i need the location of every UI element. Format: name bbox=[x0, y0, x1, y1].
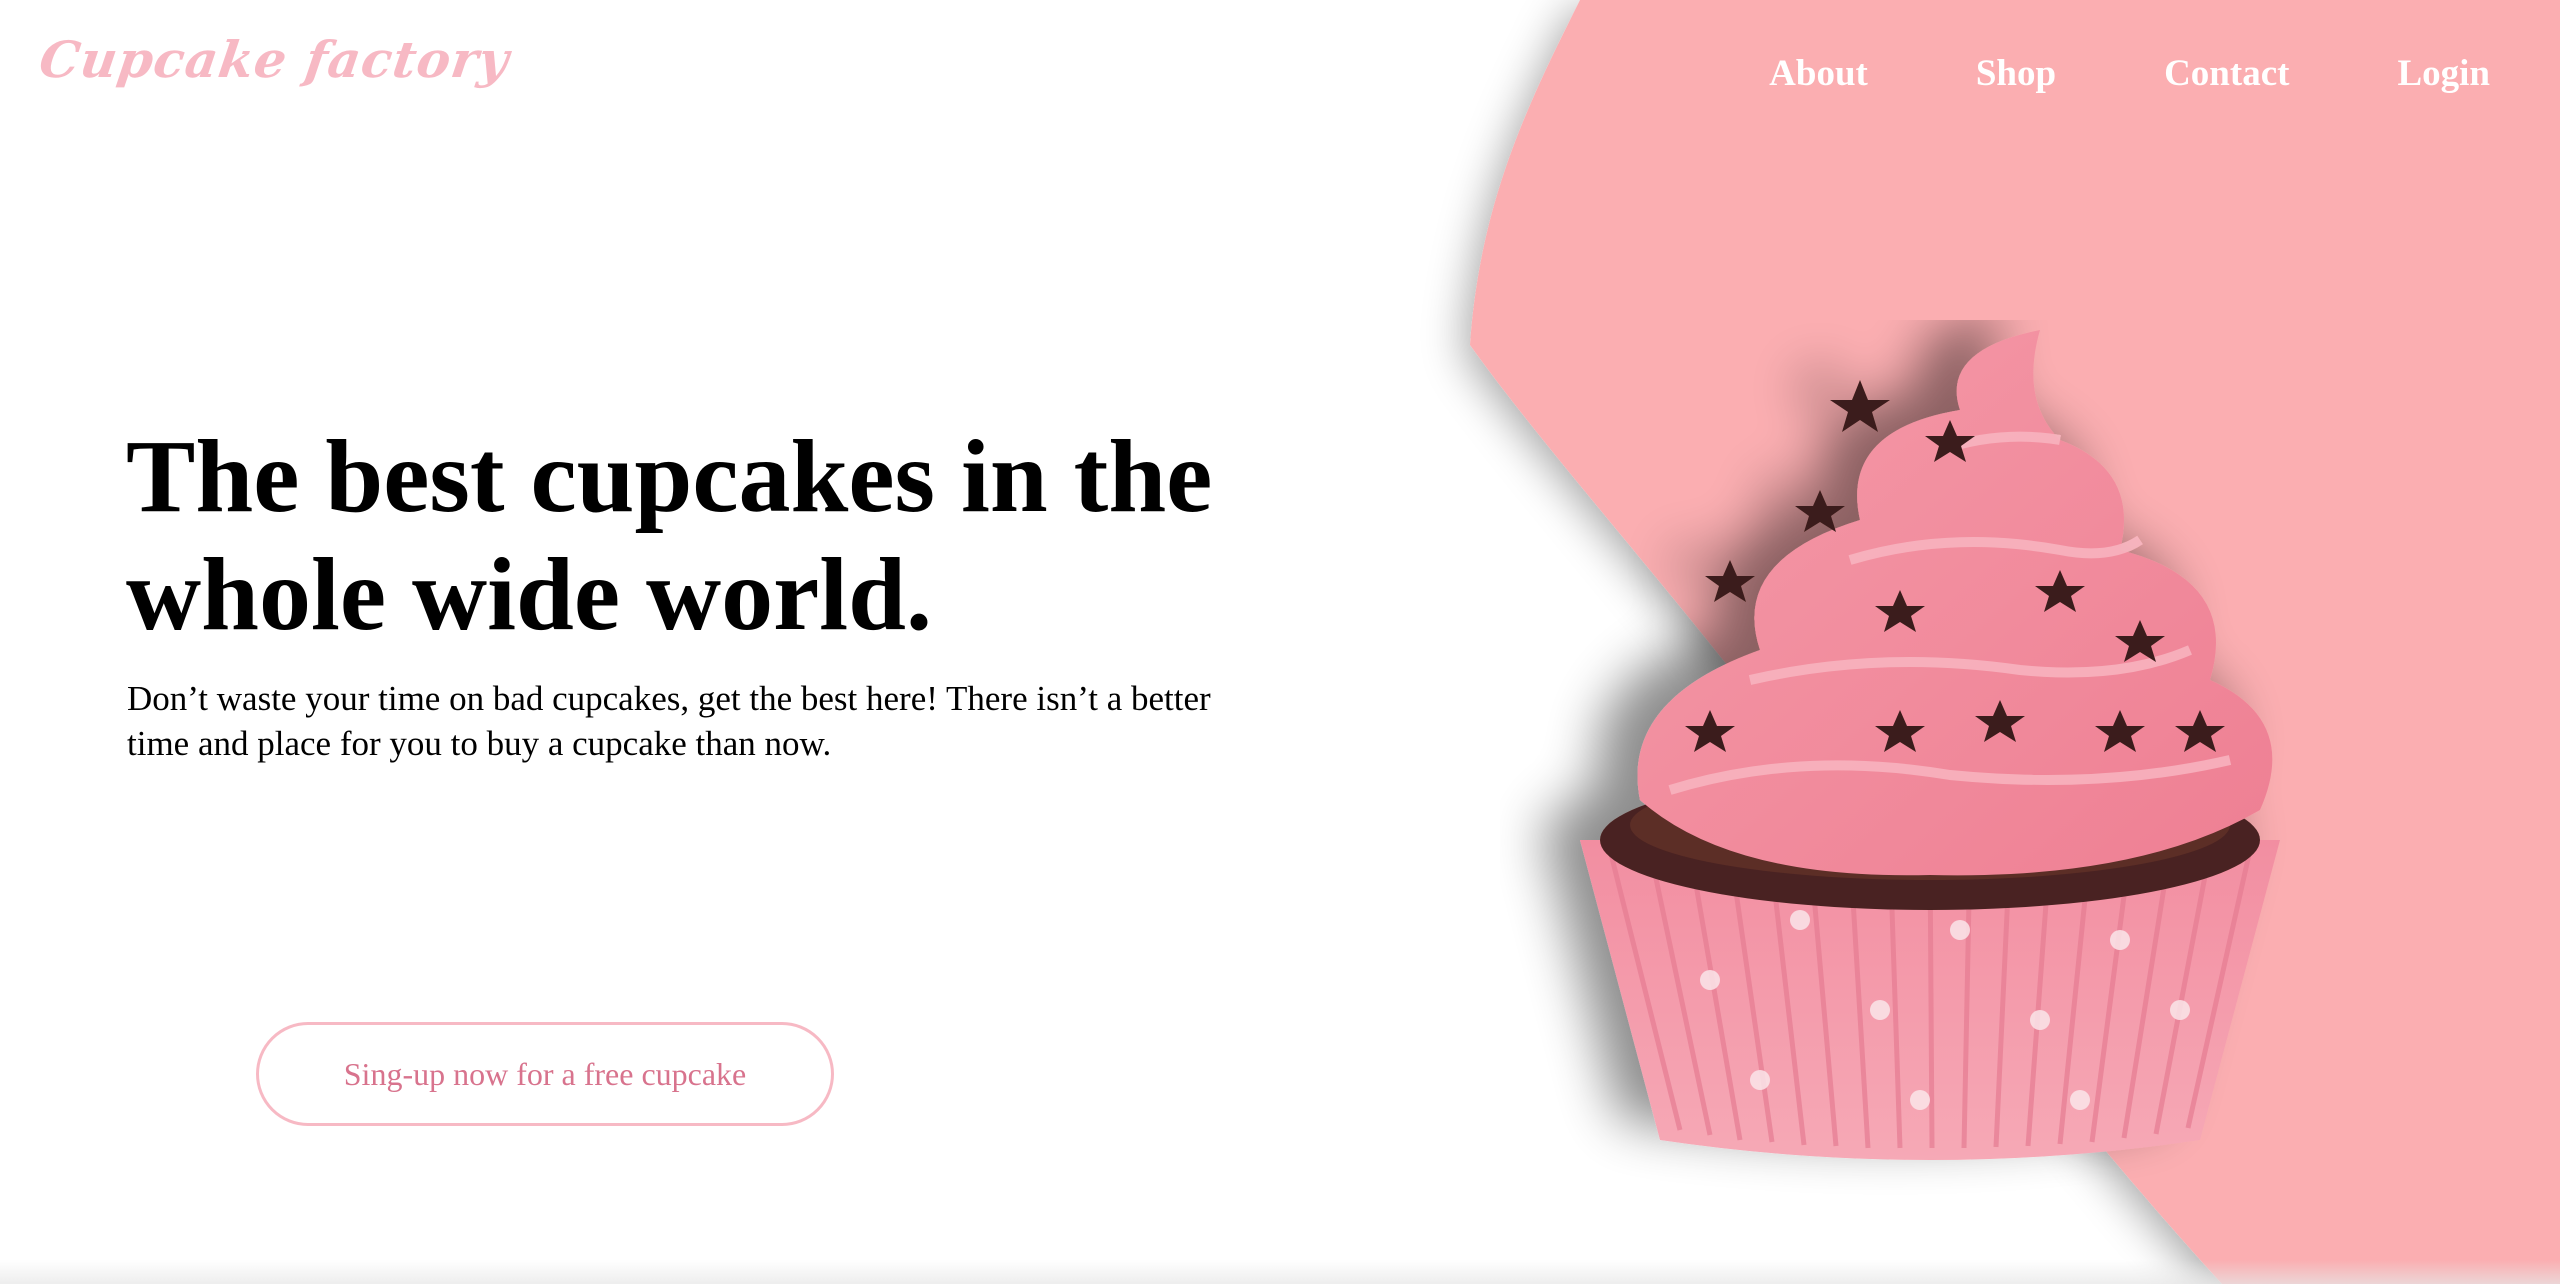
hero-title: The best cupcakes in the whole wide worl… bbox=[126, 419, 1213, 652]
nav-shop-link[interactable]: Shop bbox=[1976, 52, 2056, 95]
nav-login-link[interactable]: Login bbox=[2397, 52, 2490, 95]
hero-subtitle: Don’t waste your time on bad cupcakes, g… bbox=[127, 679, 1211, 763]
logo[interactable]: Cupcake factory bbox=[36, 30, 513, 89]
nav-about-link[interactable]: About bbox=[1769, 52, 1868, 95]
signup-cta-button[interactable]: Sing-up now for a free cupcake bbox=[256, 1022, 834, 1126]
nav-contact-link[interactable]: Contact bbox=[2164, 52, 2289, 95]
bottom-edge-fade bbox=[0, 1260, 2560, 1284]
cupcake-image bbox=[1580, 330, 2280, 1160]
top-nav: About Shop Contact Login bbox=[1769, 52, 2490, 95]
landing-page: Cupcake factory About Shop Contact Login… bbox=[0, 0, 2560, 1284]
